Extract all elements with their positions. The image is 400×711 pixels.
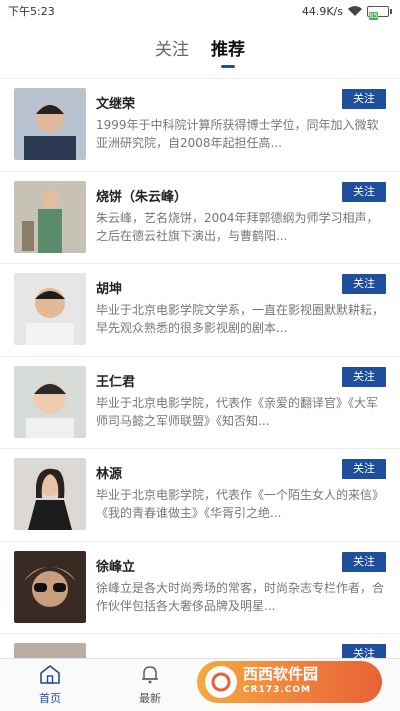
person-description: 1999年于中科院计算所获得博士学位，同年加入微软亚洲研究院，自2008年起担任… xyxy=(96,118,379,150)
follow-button[interactable]: 关注 xyxy=(342,644,386,658)
people-feed[interactable]: 文继荣 1999年于中科院计算所获得博士学位，同年加入微软亚洲研究院，自2008… xyxy=(0,78,400,658)
top-tabs: 关注 推荐 xyxy=(0,22,400,70)
follow-button[interactable]: 关注 xyxy=(342,366,386,387)
status-bar: 下午5:23 44.9K/s 65 xyxy=(0,0,400,22)
nav-latest[interactable]: 最新 xyxy=(100,659,200,711)
network-speed: 44.9K/s xyxy=(301,4,343,18)
tab-following[interactable]: 关注 xyxy=(155,35,189,60)
wifi-icon xyxy=(348,6,362,16)
person-description: 朱云峰，艺名烧饼，2004年拜郭德纲为师学习相声，之后在德云社旗下演出，与曹鹤阳… xyxy=(96,210,379,243)
follow-button[interactable]: 关注 xyxy=(342,274,386,294)
avatar xyxy=(14,88,86,160)
battery-level: 65 xyxy=(369,11,378,20)
follow-button[interactable]: 关注 xyxy=(342,89,386,109)
bell-icon xyxy=(139,664,161,688)
status-icons: 44.9K/s 65 xyxy=(301,4,392,20)
list-item[interactable]: 文继荣 1999年于中科院计算所获得博士学位，同年加入微软亚洲研究院，自2008… xyxy=(0,79,400,172)
person-description: 毕业于北京电影学院文学系，一直在影视圈默默耕耘，早先观众熟悉的很多影视剧的剧本.… xyxy=(96,303,385,335)
avatar xyxy=(14,550,86,623)
watermark-logo: 西西软件园 CR173.COM xyxy=(197,661,382,703)
person-description: 毕业于北京电影学院，代表作《一个陌生女人的来信》《我的青春谁做主》《华胥引之绝.… xyxy=(96,488,385,520)
battery-icon: 65 xyxy=(367,5,392,20)
home-icon xyxy=(39,664,61,688)
follow-button[interactable]: 关注 xyxy=(342,181,386,202)
nav-home[interactable]: 首页 xyxy=(0,659,100,711)
nav-latest-label: 最新 xyxy=(139,692,161,705)
list-item[interactable]: 胡坤 毕业于北京电影学院文学系，一直在影视圈默默耕耘，早先观众熟悉的很多影视剧的… xyxy=(0,264,400,357)
avatar xyxy=(14,180,86,253)
follow-button[interactable]: 关注 xyxy=(342,459,386,479)
nav-home-label: 首页 xyxy=(39,692,61,705)
person-description: 徐峰立是各大时尚秀场的常客，时尚杂志专栏作者，合作伙伴包括各大奢侈品牌及明星..… xyxy=(96,580,385,613)
tab-recommended[interactable]: 推荐 xyxy=(211,35,245,60)
list-item[interactable]: 王仁君 毕业于北京电影学院，代表作《亲爱的翻译官》《大军师司马懿之军师联盟》《知… xyxy=(0,357,400,449)
list-item[interactable]: 关注 xyxy=(0,634,400,658)
logo-icon xyxy=(205,666,237,698)
follow-button[interactable]: 关注 xyxy=(342,551,386,572)
watermark-title: 西西软件园 xyxy=(243,665,319,683)
list-item[interactable]: 烧饼（朱云峰） 朱云峰，艺名烧饼，2004年拜郭德纲为师学习相声，之后在德云社旗… xyxy=(0,172,400,264)
status-time: 下午5:23 xyxy=(8,5,55,18)
person-description: 毕业于北京电影学院，代表作《亲爱的翻译官》《大军师司马懿之军师联盟》《知否知..… xyxy=(96,395,379,428)
avatar xyxy=(14,643,86,658)
list-item[interactable]: 徐峰立 徐峰立是各大时尚秀场的常客，时尚杂志专栏作者，合作伙伴包括各大奢侈品牌及… xyxy=(0,542,400,634)
watermark-url: CR173.COM xyxy=(243,685,311,695)
list-item[interactable]: 林源 毕业于北京电影学院，代表作《一个陌生女人的来信》《我的青春谁做主》《华胥引… xyxy=(0,449,400,542)
avatar xyxy=(14,365,86,438)
avatar xyxy=(14,458,86,530)
avatar xyxy=(14,273,86,345)
